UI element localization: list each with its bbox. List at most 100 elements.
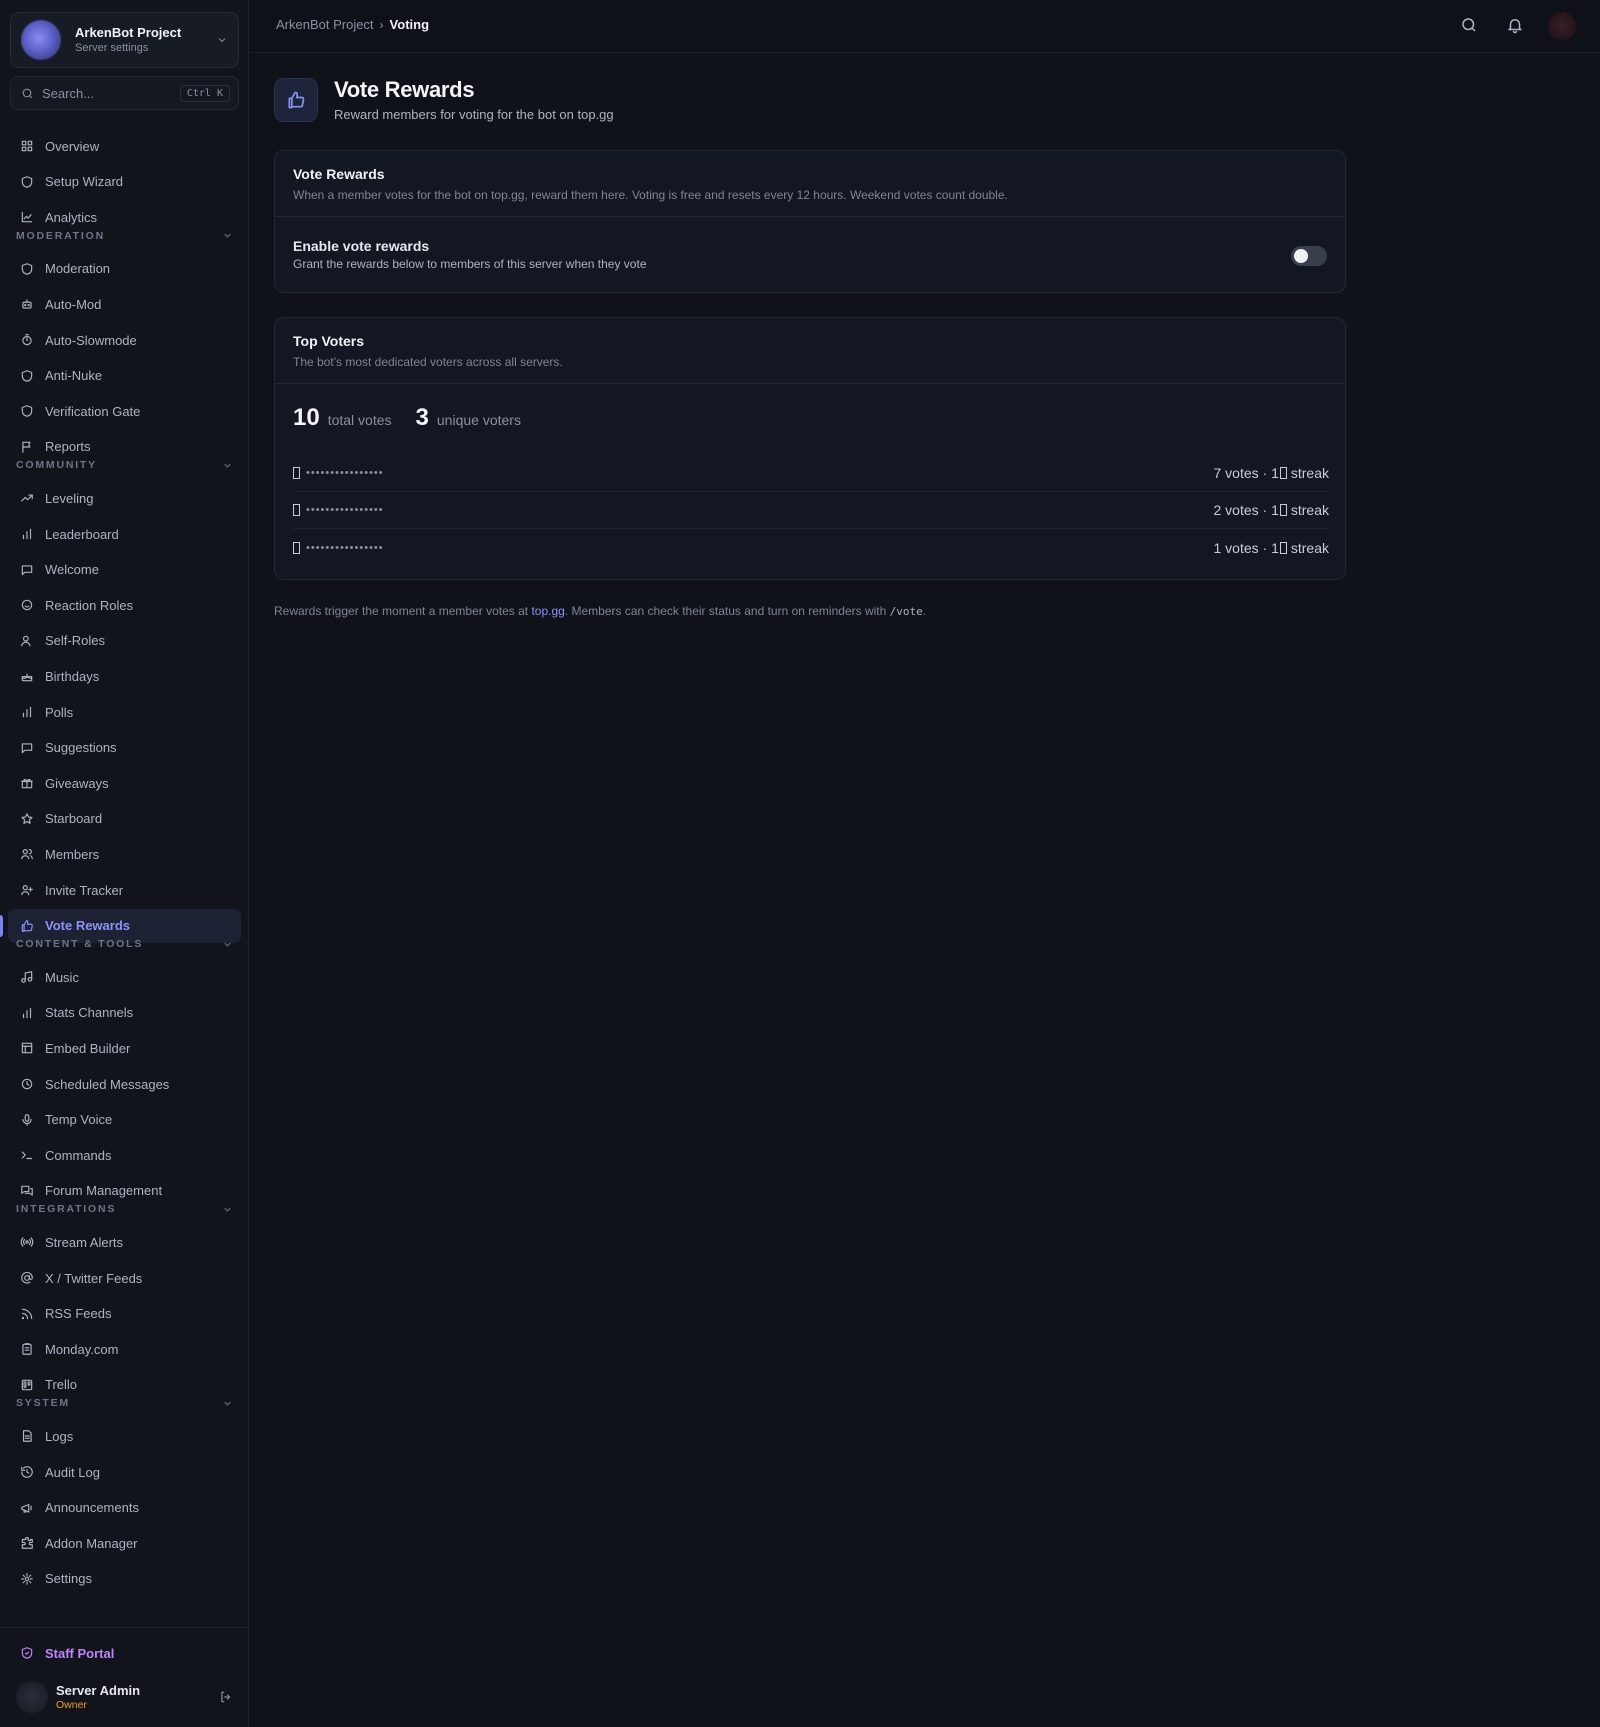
- section-system[interactable]: SYSTEM: [16, 1395, 233, 1411]
- clipboard-icon: [20, 1342, 34, 1356]
- section-integrations[interactable]: INTEGRATIONS: [16, 1201, 233, 1217]
- enable-vote-rewards-toggle[interactable]: [1291, 246, 1327, 266]
- users-icon: [20, 847, 34, 861]
- sidebar-item-invite-tracker[interactable]: Invite Tracker: [8, 873, 241, 907]
- avatar-placeholder-icon: [293, 467, 300, 479]
- shield-icon: [20, 369, 34, 383]
- sidebar-item-leveling[interactable]: Leveling: [8, 481, 241, 515]
- layout-icon: [20, 1041, 34, 1055]
- footer-text: .: [922, 604, 927, 618]
- sidebar-item-monday-com[interactable]: Monday.com: [8, 1332, 241, 1366]
- section-community[interactable]: COMMUNITY: [16, 457, 233, 473]
- section-moderation[interactable]: MODERATION: [16, 228, 233, 244]
- sidebar-item-starboard[interactable]: Starboard: [8, 802, 241, 836]
- search-icon[interactable]: [1460, 16, 1478, 34]
- sidebar-item-label: Welcome: [45, 562, 99, 578]
- card-title: Vote Rewards: [293, 166, 385, 182]
- bot-icon: [20, 297, 34, 311]
- sidebar-item-logs[interactable]: Logs: [8, 1419, 241, 1453]
- sidebar-item-suggestions[interactable]: Suggestions: [8, 731, 241, 765]
- total-votes-label: total votes: [327, 412, 392, 428]
- topgg-link[interactable]: top.gg: [531, 604, 564, 618]
- mic-icon: [20, 1113, 34, 1127]
- voter-votes: 2 votes · 1: [1213, 502, 1279, 518]
- sidebar-item-x-twitter-feeds[interactable]: X / Twitter Feeds: [8, 1261, 241, 1295]
- sidebar-item-label: Embed Builder: [45, 1040, 131, 1056]
- vote-stats: 10 total votes 3 unique voters: [293, 404, 545, 432]
- sidebar-item-setup-wizard[interactable]: Setup Wizard: [8, 165, 241, 199]
- star-icon: [20, 812, 34, 826]
- sidebar-item-label: Audit Log: [45, 1464, 100, 1480]
- sidebar-item-music[interactable]: Music: [8, 960, 241, 994]
- section-label: INTEGRATIONS: [16, 1203, 117, 1216]
- sidebar-item-giveaways[interactable]: Giveaways: [8, 766, 241, 800]
- sidebar-item-embed-builder[interactable]: Embed Builder: [8, 1031, 241, 1065]
- sidebar-item-scheduled-messages[interactable]: Scheduled Messages: [8, 1067, 241, 1101]
- sidebar-item-label: Members: [45, 846, 100, 862]
- sidebar-item-leaderboard[interactable]: Leaderboard: [8, 517, 241, 551]
- sidebar-item-moderation[interactable]: Moderation: [8, 252, 241, 286]
- cake-icon: [20, 669, 34, 683]
- section-label: SYSTEM: [16, 1397, 70, 1410]
- sidebar-item-label: Logs: [45, 1428, 74, 1444]
- footer-note: Rewards trigger the moment a member vote…: [274, 604, 926, 618]
- sidebar-item-welcome[interactable]: Welcome: [8, 553, 241, 587]
- search-input[interactable]: Search... Ctrl K: [10, 76, 239, 110]
- sidebar-item-birthdays[interactable]: Birthdays: [8, 659, 241, 693]
- sidebar-item-label: Music: [45, 969, 79, 985]
- messages-icon: [20, 1184, 34, 1198]
- sidebar-item-commands[interactable]: Commands: [8, 1138, 241, 1172]
- total-votes-value: 10: [293, 404, 320, 431]
- history-icon: [20, 1465, 34, 1479]
- server-switcher[interactable]: ArkenBot Project Server settings: [10, 12, 239, 68]
- list-item: •••••••••••••••• 7 votes · 1 streak: [293, 455, 1329, 492]
- breadcrumb-parent[interactable]: ArkenBot Project: [276, 17, 374, 32]
- sidebar-item-rss-feeds[interactable]: RSS Feeds: [8, 1297, 241, 1331]
- sidebar-item-settings[interactable]: Settings: [8, 1562, 241, 1596]
- chevron-down-icon: [222, 1204, 233, 1215]
- sidebar-item-announcements[interactable]: Announcements: [8, 1491, 241, 1525]
- sidebar-item-addon-manager[interactable]: Addon Manager: [8, 1526, 241, 1560]
- sidebar-item-self-roles[interactable]: Self-Roles: [8, 624, 241, 658]
- card-description: The bot's most dedicated voters across a…: [293, 355, 563, 369]
- avatar[interactable]: [1548, 12, 1576, 40]
- footer-text: Rewards trigger the moment a member vote…: [274, 604, 532, 618]
- staff-portal-link[interactable]: Staff Portal: [8, 1636, 241, 1670]
- sidebar-item-label: Reaction Roles: [45, 597, 134, 613]
- list-item: •••••••••••••••• 1 votes · 1 streak: [293, 529, 1329, 566]
- streak-icon: [1279, 467, 1287, 479]
- music-icon: [20, 970, 34, 984]
- voter-votes: 7 votes · 1: [1213, 465, 1279, 481]
- sidebar-item-label: Polls: [45, 704, 74, 720]
- timer-icon: [20, 333, 34, 347]
- sidebar-item-label: Birthdays: [45, 668, 100, 684]
- chevron-right-icon: ›: [379, 17, 384, 32]
- sidebar-item-overview[interactable]: Overview: [8, 129, 241, 163]
- voter-streak: streak: [1290, 465, 1329, 481]
- sidebar-item-label: Invite Tracker: [45, 882, 124, 898]
- chevron-down-icon: [222, 939, 233, 950]
- clock-icon: [20, 1077, 34, 1091]
- sidebar-item-anti-nuke[interactable]: Anti-Nuke: [8, 359, 241, 393]
- sidebar-item-stats-channels[interactable]: Stats Channels: [8, 996, 241, 1030]
- sidebar-item-auto-slowmode[interactable]: Auto-Slowmode: [8, 323, 241, 357]
- rss-icon: [20, 1307, 34, 1321]
- thumbs-up-icon: [20, 919, 34, 933]
- sidebar-item-auto-mod[interactable]: Auto-Mod: [8, 287, 241, 321]
- user-profile: Server Admin Owner: [16, 1677, 233, 1717]
- top-voters-card: Top Voters The bot's most dedicated vote…: [274, 317, 1346, 580]
- gift-icon: [20, 776, 34, 790]
- sidebar-item-members[interactable]: Members: [8, 837, 241, 871]
- sidebar-item-verification-gate[interactable]: Verification Gate: [8, 394, 241, 428]
- bell-icon[interactable]: [1506, 16, 1524, 34]
- sidebar-item-stream-alerts[interactable]: Stream Alerts: [8, 1225, 241, 1259]
- section-content-tools[interactable]: CONTENT & TOOLS: [16, 936, 233, 952]
- logout-icon[interactable]: [219, 1690, 233, 1704]
- sidebar-item-polls[interactable]: Polls: [8, 695, 241, 729]
- voter-name: ••••••••••••••••: [306, 467, 384, 479]
- sidebar-item-reaction-roles[interactable]: Reaction Roles: [8, 588, 241, 622]
- user-name: Server Admin: [56, 1682, 141, 1698]
- sidebar-item-temp-voice[interactable]: Temp Voice: [8, 1103, 241, 1137]
- message-icon: [20, 563, 34, 577]
- sidebar-item-audit-log[interactable]: Audit Log: [8, 1455, 241, 1489]
